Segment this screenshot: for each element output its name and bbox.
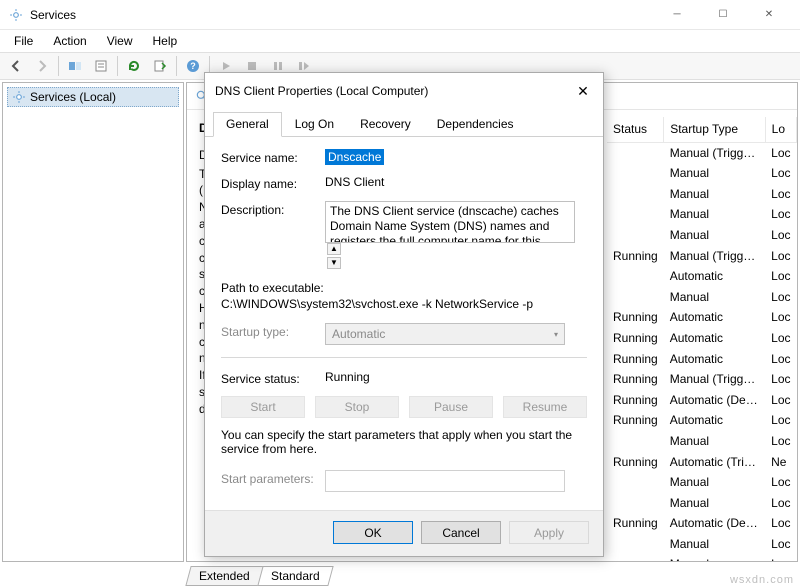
value-service-status: Running (325, 370, 587, 384)
menu-view[interactable]: View (97, 32, 143, 50)
label-display-name: Display name: (221, 175, 325, 191)
table-row[interactable]: ManualLoc (607, 163, 797, 184)
dialog-title-text: DNS Client Properties (Local Computer) (215, 84, 573, 98)
label-start-params: Start parameters: (221, 470, 325, 486)
col-status[interactable]: Status (607, 117, 664, 142)
value-description[interactable]: The DNS Client service (dnscache) caches… (325, 201, 575, 243)
properties-dialog: DNS Client Properties (Local Computer) ✕… (204, 72, 604, 557)
table-row[interactable]: RunningManual (Trigg…Loc (607, 369, 797, 390)
table-row[interactable]: ManualLoc (607, 204, 797, 225)
table-row[interactable]: ManualLoc (607, 225, 797, 246)
description-scroll-up[interactable]: ▲ (327, 243, 341, 255)
label-startup-type: Startup type: (221, 323, 325, 339)
col-startup-type[interactable]: Startup Type (664, 117, 765, 142)
table-row[interactable]: ManualLoc (607, 554, 797, 562)
startup-type-combo: Automatic ▾ (325, 323, 565, 345)
refresh-button[interactable] (122, 55, 146, 77)
value-display-name: DNS Client (325, 175, 587, 189)
table-row[interactable]: RunningAutomatic (De…Loc (607, 513, 797, 534)
table-row[interactable]: ManualLoc (607, 472, 797, 493)
tree-pane: Services (Local) (2, 82, 184, 562)
titlebar: Services ─ ☐ ✕ (0, 0, 800, 30)
dialog-footer: OK Cancel Apply (205, 510, 603, 556)
menu-help[interactable]: Help (143, 32, 188, 50)
tab-log-on[interactable]: Log On (282, 112, 347, 137)
tab-recovery[interactable]: Recovery (347, 112, 424, 137)
table-row[interactable]: AutomaticLoc (607, 266, 797, 287)
stop-button: Stop (315, 396, 399, 418)
ok-button[interactable]: OK (333, 521, 413, 544)
value-path: C:\WINDOWS\system32\svchost.exe -k Netwo… (221, 297, 587, 311)
table-row[interactable]: ManualLoc (607, 493, 797, 514)
col-logon[interactable]: Lo (765, 117, 796, 142)
dialog-tabs: General Log On Recovery Dependencies (205, 111, 603, 137)
show-hide-button[interactable] (63, 55, 87, 77)
table-row[interactable]: ManualLoc (607, 184, 797, 205)
minimize-button[interactable]: ─ (654, 0, 700, 30)
services-grid[interactable]: Status Startup Type Lo Manual (Trigg…Loc… (607, 117, 797, 561)
table-row[interactable]: RunningAutomaticLoc (607, 349, 797, 370)
menu-file[interactable]: File (4, 32, 43, 50)
menu-action[interactable]: Action (43, 32, 96, 50)
table-row[interactable]: ManualLoc (607, 287, 797, 308)
app-icon (8, 7, 24, 23)
tree-node-services-local[interactable]: Services (Local) (7, 87, 179, 107)
startup-type-value: Automatic (332, 327, 385, 341)
table-row[interactable]: ManualLoc (607, 534, 797, 555)
tree-node-label: Services (Local) (30, 90, 116, 104)
maximize-button[interactable]: ☐ (700, 0, 746, 30)
svg-text:?: ? (190, 61, 196, 71)
label-service-name: Service name: (221, 149, 325, 165)
menubar: File Action View Help (0, 30, 800, 52)
back-button[interactable] (4, 55, 28, 77)
window-title: Services (30, 8, 654, 22)
label-description: Description: (221, 201, 325, 217)
resume-button: Resume (503, 396, 587, 418)
export-button[interactable] (148, 55, 172, 77)
table-row[interactable]: RunningAutomatic (Tri…Ne (607, 452, 797, 473)
tab-general[interactable]: General (213, 112, 282, 137)
pause-button: Pause (409, 396, 493, 418)
close-button[interactable]: ✕ (746, 0, 792, 30)
label-service-status: Service status: (221, 370, 325, 386)
watermark: wsxdn.com (730, 574, 794, 586)
help-button[interactable]: ? (181, 55, 205, 77)
start-button: Start (221, 396, 305, 418)
properties-button[interactable] (89, 55, 113, 77)
gear-icon (12, 90, 26, 104)
tab-standard[interactable]: Standard (257, 566, 333, 586)
chevron-down-icon: ▾ (554, 330, 558, 339)
table-row[interactable]: RunningManual (Trigg…Loc (607, 246, 797, 267)
description-scroll-down[interactable]: ▼ (327, 257, 341, 269)
start-params-note: You can specify the start parameters tha… (221, 428, 587, 456)
table-row[interactable]: RunningAutomatic (De…Loc (607, 390, 797, 411)
forward-button[interactable] (30, 55, 54, 77)
dialog-close-button[interactable]: ✕ (573, 81, 593, 101)
table-row[interactable]: Manual (Trigg…Loc (607, 142, 797, 163)
value-service-name[interactable]: Dnscache (325, 149, 384, 165)
label-path: Path to executable: (221, 281, 587, 295)
apply-button: Apply (509, 521, 589, 544)
table-row[interactable]: RunningAutomaticLoc (607, 307, 797, 328)
dialog-title: DNS Client Properties (Local Computer) ✕ (205, 73, 603, 109)
table-row[interactable]: RunningAutomaticLoc (607, 328, 797, 349)
footer-tabs: Extended Standard (188, 564, 329, 586)
table-row[interactable]: ManualLoc (607, 431, 797, 452)
dialog-body: Service name: Dnscache Display name: DNS… (205, 137, 603, 510)
cancel-button[interactable]: Cancel (421, 521, 501, 544)
table-row[interactable]: RunningAutomaticLoc (607, 410, 797, 431)
start-params-input (325, 470, 565, 492)
tab-extended[interactable]: Extended (185, 566, 263, 586)
tab-dependencies[interactable]: Dependencies (424, 112, 527, 137)
